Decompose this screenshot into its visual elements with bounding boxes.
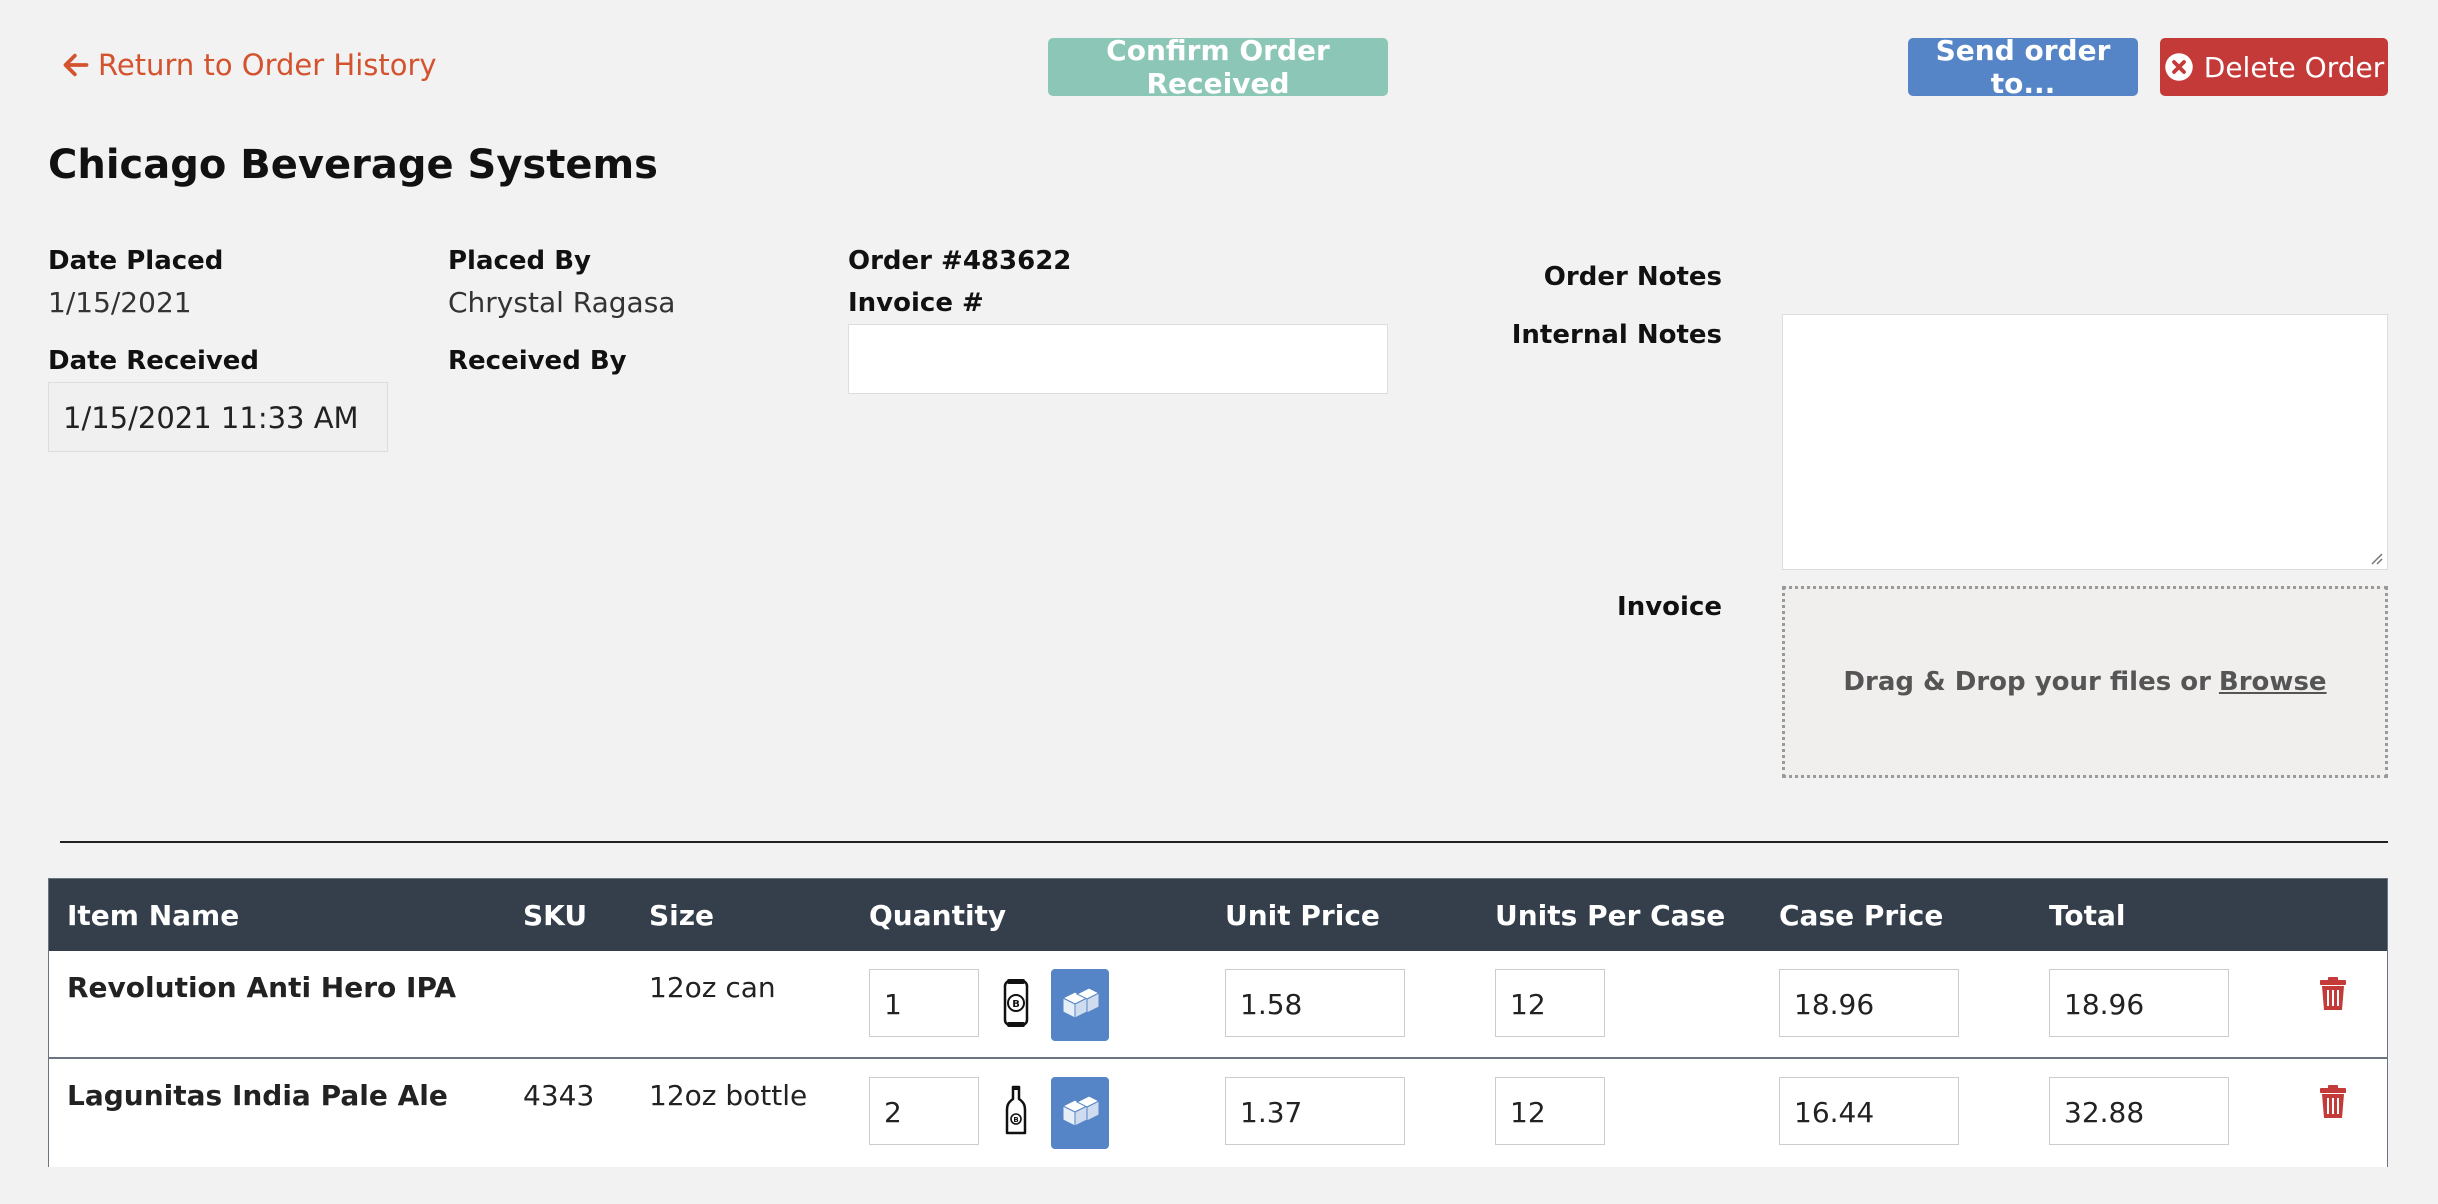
placed-by-value: Chrystal Ragasa xyxy=(448,286,676,319)
item-name: Lagunitas India Pale Ale xyxy=(67,1079,448,1112)
order-number: Order #483622 xyxy=(848,246,1072,276)
col-quantity: Quantity xyxy=(869,899,1007,932)
invoice-number-input[interactable] xyxy=(848,324,1388,394)
unit-price-input[interactable]: 1.58 xyxy=(1225,969,1405,1037)
invoice-dropzone[interactable]: Drag & Drop your files or Browse xyxy=(1782,586,2388,778)
col-sku: SKU xyxy=(523,899,588,932)
case-boxes-icon xyxy=(1061,1095,1101,1127)
order-items-table: Item Name SKU Size Quantity Unit Price U… xyxy=(48,878,2388,1167)
send-order-button[interactable]: Send order to... xyxy=(1908,34,2138,100)
browse-link[interactable]: Browse xyxy=(2219,667,2327,697)
item-name: Revolution Anti Hero IPA xyxy=(67,971,457,1004)
invoice-number-label: Invoice # xyxy=(848,288,984,318)
date-received-label: Date Received xyxy=(48,346,260,376)
trash-icon[interactable] xyxy=(2319,977,2347,1011)
case-price-input[interactable]: 16.44 xyxy=(1779,1077,1959,1145)
delete-order-label: Delete Order xyxy=(2203,50,2385,84)
units-per-case-input[interactable]: 12 xyxy=(1495,1077,1605,1145)
case-toggle-button[interactable] xyxy=(1051,969,1109,1041)
total-input[interactable]: 32.88 xyxy=(2049,1077,2229,1145)
col-size: Size xyxy=(649,899,715,932)
placed-by-label: Placed By xyxy=(448,246,591,276)
close-circle-icon xyxy=(2165,53,2193,81)
trash-icon[interactable] xyxy=(2319,1085,2347,1119)
quantity-input[interactable]: 2 xyxy=(869,1077,979,1145)
arrow-left-icon xyxy=(63,53,89,77)
invoice-label: Invoice xyxy=(1617,592,1722,622)
received-by-label: Received By xyxy=(448,346,627,376)
col-unit-price: Unit Price xyxy=(1225,899,1380,932)
table-row: Revolution Anti Hero IPA 12oz can 1 B 1.… xyxy=(49,951,2387,1059)
date-placed-value: 1/15/2021 xyxy=(48,286,192,319)
return-link-label: Return to Order History xyxy=(98,48,437,82)
table-header: Item Name SKU Size Quantity Unit Price U… xyxy=(49,879,2387,951)
case-price-input[interactable]: 18.96 xyxy=(1779,969,1959,1037)
date-received-field[interactable]: 1/15/2021 11:33 AM xyxy=(48,382,388,452)
col-case-price: Case Price xyxy=(1779,899,1944,932)
date-placed-label: Date Placed xyxy=(48,246,224,276)
col-total: Total xyxy=(2049,899,2126,932)
return-to-order-history-link[interactable]: Return to Order History xyxy=(62,48,437,82)
dropzone-text: Drag & Drop your files or xyxy=(1843,667,2211,697)
item-size: 12oz can xyxy=(649,971,776,1004)
table-row: Lagunitas India Pale Ale 4343 12oz bottl… xyxy=(49,1059,2387,1167)
delete-order-button[interactable]: Delete Order xyxy=(2160,38,2388,96)
case-toggle-button[interactable] xyxy=(1051,1077,1109,1149)
beer-bottle-icon[interactable]: B xyxy=(999,1085,1033,1137)
item-sku: 4343 xyxy=(523,1079,595,1112)
svg-text:B: B xyxy=(1012,999,1020,1010)
case-boxes-icon xyxy=(1061,987,1101,1019)
section-divider xyxy=(60,841,2388,843)
order-notes-label: Order Notes xyxy=(1543,262,1722,292)
unit-price-input[interactable]: 1.37 xyxy=(1225,1077,1405,1145)
svg-text:B: B xyxy=(1013,1116,1018,1124)
total-input[interactable]: 18.96 xyxy=(2049,969,2229,1037)
beer-can-icon[interactable]: B xyxy=(999,977,1033,1029)
internal-notes-label: Internal Notes xyxy=(1511,320,1722,350)
confirm-order-received-button[interactable]: Confirm Order Received xyxy=(1048,34,1388,100)
resize-grip-icon[interactable] xyxy=(2369,551,2383,565)
item-size: 12oz bottle xyxy=(649,1079,808,1112)
col-units-per-case: Units Per Case xyxy=(1495,899,1726,932)
internal-notes-textarea[interactable] xyxy=(1782,314,2388,570)
quantity-input[interactable]: 1 xyxy=(869,969,979,1037)
units-per-case-input[interactable]: 12 xyxy=(1495,969,1605,1037)
col-item-name: Item Name xyxy=(67,899,240,932)
vendor-title: Chicago Beverage Systems xyxy=(48,142,658,188)
